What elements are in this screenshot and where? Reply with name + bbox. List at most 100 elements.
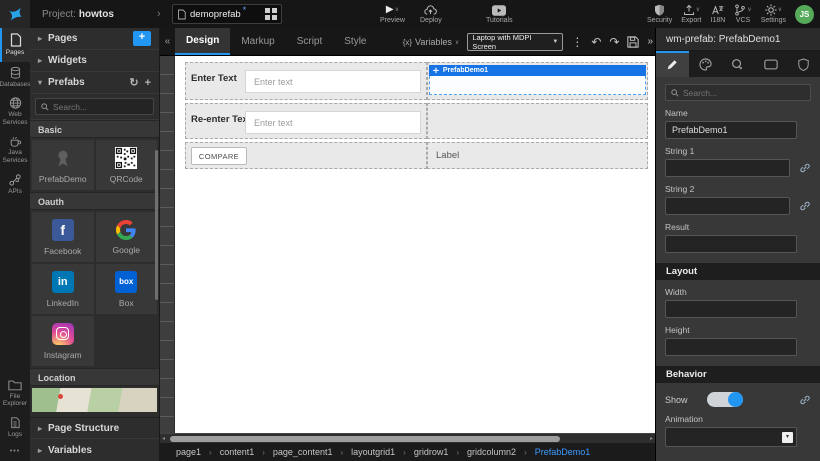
rail-item-java-services[interactable]: Java Services bbox=[0, 130, 30, 168]
deploy-button[interactable]: Deploy bbox=[420, 4, 442, 24]
prefab-tile-instagram[interactable]: Instagram bbox=[32, 316, 94, 366]
redo-icon[interactable]: ↷ bbox=[609, 36, 619, 48]
device-select[interactable]: Laptop with MDPI Screen ▼ bbox=[467, 33, 563, 51]
grid-cell-enter-text[interactable]: Enter Text bbox=[185, 62, 427, 100]
preview-button[interactable]: ▶∨ Preview bbox=[380, 4, 405, 24]
project-chevron-icon: › bbox=[157, 8, 161, 20]
scrollbar-thumb[interactable] bbox=[170, 436, 560, 442]
rail-item-file-explorer[interactable]: File Explorer bbox=[0, 374, 30, 412]
prefab-widget-body[interactable] bbox=[429, 76, 646, 95]
collapse-left-panel-button[interactable]: « bbox=[160, 28, 175, 55]
scroll-right-icon[interactable]: ▸ bbox=[650, 435, 653, 442]
wavemaker-logo-icon[interactable] bbox=[0, 0, 30, 28]
design-canvas[interactable]: Enter Text ✛ PrefabDemo1 bbox=[160, 56, 655, 433]
breadcrumb-layoutgrid1[interactable]: layoutgrid1 bbox=[351, 447, 395, 457]
reenter-text-input[interactable] bbox=[245, 111, 421, 134]
prefabs-section-header[interactable]: ▾ Prefabs ↻ + bbox=[30, 72, 159, 94]
result-input[interactable] bbox=[665, 235, 797, 253]
tab-design[interactable]: Design bbox=[175, 28, 230, 55]
user-avatar[interactable]: JS bbox=[795, 5, 814, 24]
move-icon[interactable]: ✛ bbox=[433, 67, 439, 75]
breadcrumb-page1[interactable]: page1 bbox=[176, 447, 201, 457]
width-input[interactable] bbox=[665, 300, 797, 318]
grid-cell-empty[interactable] bbox=[427, 103, 648, 139]
page-structure-header[interactable]: ▸ Page Structure bbox=[30, 417, 159, 439]
breadcrumb-page-content1[interactable]: page_content1 bbox=[273, 447, 333, 457]
string2-input[interactable] bbox=[665, 197, 790, 215]
string1-input[interactable] bbox=[665, 159, 790, 177]
show-toggle[interactable] bbox=[707, 392, 743, 407]
horizontal-scrollbar[interactable]: ◂ ▸ bbox=[160, 433, 655, 443]
kebab-menu-icon[interactable]: ⋮ bbox=[571, 36, 583, 48]
bind-link-icon[interactable] bbox=[799, 394, 811, 406]
tab-security[interactable] bbox=[787, 51, 820, 77]
prefab-tile-prefabdemo[interactable]: PrefabDemo bbox=[32, 140, 94, 190]
compare-button[interactable]: COMPARE bbox=[191, 147, 247, 165]
pages-section-header[interactable]: ▸ Pages + bbox=[30, 28, 159, 50]
label-widget[interactable]: Label bbox=[436, 150, 459, 161]
bind-link-icon[interactable] bbox=[799, 200, 811, 212]
vcs-button[interactable]: ∨ VCS bbox=[734, 4, 751, 24]
breadcrumb-gridrow1[interactable]: gridrow1 bbox=[414, 447, 449, 457]
breadcrumb-gridcolumn2[interactable]: gridcolumn2 bbox=[467, 447, 516, 457]
page-grid-icon[interactable] bbox=[265, 8, 277, 20]
tab-markup[interactable]: Markup bbox=[230, 28, 285, 55]
tab-properties[interactable] bbox=[656, 51, 689, 77]
search-input[interactable] bbox=[53, 102, 148, 112]
grid-cell-compare[interactable]: COMPARE bbox=[185, 142, 427, 169]
selected-widget[interactable]: ✛ PrefabDemo1 bbox=[429, 65, 646, 95]
import-prefab-button[interactable]: + bbox=[145, 77, 151, 89]
prefab-tile-linkedin[interactable]: in LinkedIn bbox=[32, 264, 94, 314]
tab-script[interactable]: Script bbox=[286, 28, 334, 55]
refresh-icon[interactable]: ↻ bbox=[129, 76, 138, 89]
widgets-section-header[interactable]: ▸ Widgets bbox=[30, 50, 159, 72]
widget-selection-bar[interactable]: ✛ PrefabDemo1 bbox=[429, 65, 646, 76]
variables-button[interactable]: {x} Variables ∨ bbox=[403, 37, 460, 47]
prefab-tile-google[interactable]: Google bbox=[96, 212, 158, 262]
medal-icon bbox=[52, 147, 74, 169]
prefab-tile-facebook[interactable]: f Facebook bbox=[32, 212, 94, 262]
undo-icon[interactable]: ↶ bbox=[591, 36, 601, 48]
panel-scrollbar[interactable] bbox=[155, 150, 158, 300]
scroll-left-icon[interactable]: ◂ bbox=[162, 435, 165, 442]
prefab-tile-box[interactable]: box Box bbox=[96, 264, 158, 314]
i18n-button[interactable]: I18N bbox=[711, 4, 726, 24]
page-selector[interactable]: demoprefab * bbox=[172, 4, 282, 24]
export-button[interactable]: ∨ Export bbox=[681, 4, 701, 24]
tab-devices[interactable] bbox=[754, 51, 787, 77]
rail-item-pages[interactable]: Pages bbox=[0, 28, 30, 62]
rail-item-logs[interactable]: Logs bbox=[0, 412, 30, 442]
expand-right-panel-button[interactable]: » bbox=[647, 37, 653, 47]
top-bar: Project:howtos › demoprefab * ▶∨ Preview… bbox=[0, 0, 820, 28]
prefab-tile-map[interactable] bbox=[32, 388, 157, 412]
breadcrumb: page1 › content1 › page_content1 › layou… bbox=[160, 443, 655, 461]
rail-item-databases[interactable]: Databases bbox=[0, 62, 30, 92]
security-button[interactable]: Security bbox=[647, 4, 672, 24]
tab-events[interactable] bbox=[722, 51, 755, 77]
tab-styles[interactable] bbox=[689, 51, 722, 77]
breadcrumb-prefabdemo1[interactable]: PrefabDemo1 bbox=[535, 447, 591, 457]
grid-cell-reenter-text[interactable]: Re-enter Text bbox=[185, 103, 427, 139]
settings-button[interactable]: ∨ Settings bbox=[761, 4, 786, 24]
add-page-button[interactable]: + bbox=[133, 31, 151, 46]
field-label: Re-enter Text bbox=[191, 114, 251, 125]
breadcrumb-content1[interactable]: content1 bbox=[220, 447, 255, 457]
tab-style[interactable]: Style bbox=[333, 28, 377, 55]
enter-text-input[interactable] bbox=[245, 70, 421, 93]
rail-more-icon[interactable]: ••• bbox=[0, 442, 30, 461]
save-icon[interactable] bbox=[627, 36, 639, 48]
properties-search-input[interactable] bbox=[683, 88, 805, 98]
tutorials-button[interactable]: Tutorials bbox=[486, 4, 513, 24]
rail-item-web-services[interactable]: Web Services bbox=[0, 92, 30, 130]
device-icon bbox=[764, 59, 778, 70]
animation-select[interactable]: ▾ bbox=[665, 427, 797, 447]
rail-item-apis[interactable]: APIs bbox=[0, 168, 30, 202]
variables-header[interactable]: ▸ Variables bbox=[30, 439, 159, 461]
left-panel: ▸ Pages + ▸ Widgets ▾ Prefabs ↻ + Basic bbox=[30, 28, 160, 461]
prefab-tile-qrcode[interactable]: QRCode bbox=[96, 140, 158, 190]
grid-cell-label[interactable]: Label bbox=[427, 142, 648, 169]
name-input[interactable] bbox=[665, 121, 797, 139]
grid-cell-prefab[interactable]: ✛ PrefabDemo1 bbox=[427, 62, 648, 100]
height-input[interactable] bbox=[665, 338, 797, 356]
bind-link-icon[interactable] bbox=[799, 162, 811, 174]
